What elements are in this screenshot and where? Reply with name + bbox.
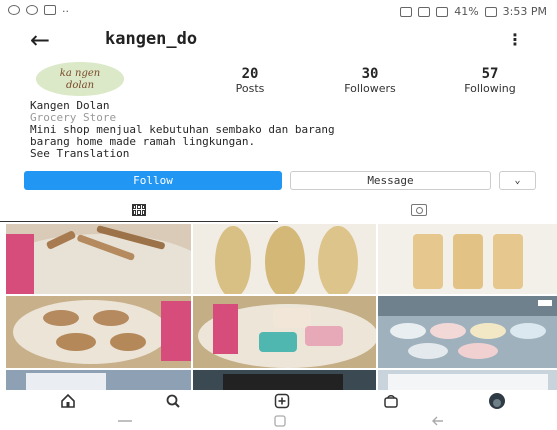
svg-text:dolan: dolan (66, 80, 94, 91)
following-label: Following (464, 82, 516, 95)
post-thumbnail[interactable] (193, 224, 376, 294)
back-arrow-icon[interactable]: ← (30, 28, 50, 52)
add-post-icon[interactable] (272, 392, 292, 410)
profile-stats: 20 Posts 30 Followers 57 Following (200, 66, 540, 95)
post-thumbnail[interactable] (193, 370, 376, 390)
post-image-soap-display (378, 296, 557, 368)
post-thumbnail[interactable] (6, 296, 191, 368)
grid-icon (132, 203, 146, 216)
followers-count: 30 (361, 66, 379, 82)
post-image-loofah (193, 224, 376, 294)
post-thumbnail[interactable] (378, 224, 557, 294)
post-image-white (378, 370, 557, 390)
home-icon[interactable] (58, 392, 78, 410)
followers-stat[interactable]: 30 Followers (320, 66, 420, 95)
post-image-bottles (378, 224, 557, 294)
system-indicators: 41% 3:53 PM (400, 5, 547, 18)
post-thumbnail[interactable] (193, 296, 376, 368)
battery-percent: 41% (454, 5, 479, 18)
post-thumbnail[interactable] (378, 296, 557, 368)
profile-avatar[interactable]: ka ngen dolan (36, 62, 124, 96)
posts-count: 20 (241, 66, 259, 82)
circle-notification-icon (26, 5, 38, 15)
post-image-bag (6, 370, 191, 390)
avatar-logo: ka ngen dolan (36, 62, 124, 96)
post-image-toothbrushes (6, 224, 191, 294)
whatsapp-icon (8, 5, 20, 15)
profile-tabs (0, 198, 557, 222)
profile-username: kangen_do (105, 29, 198, 49)
status-bar: ·· 41% 3:53 PM (0, 0, 557, 24)
post-image-dark (193, 370, 376, 390)
battery-icon (484, 6, 497, 17)
post-thumbnail[interactable] (6, 224, 191, 294)
svg-text:ka ngen: ka ngen (60, 68, 100, 79)
home-button-icon[interactable] (272, 414, 288, 428)
recents-icon[interactable] (115, 414, 135, 428)
posts-label: Posts (235, 82, 265, 95)
profile-avatar[interactable] (487, 392, 507, 410)
message-button[interactable]: Message (290, 171, 491, 190)
posts-stat[interactable]: 20 Posts (200, 66, 300, 95)
more-notifications-icon: ·· (62, 5, 69, 18)
followers-label: Followers (344, 82, 396, 95)
profile-bio: Kangen Dolan Grocery Store Mini shop men… (30, 100, 540, 160)
top-navigation: ← kangen_do ⋮ (0, 26, 557, 56)
post-image-wooden-dishes (6, 296, 191, 368)
tab-tagged[interactable] (280, 198, 557, 222)
more-vertical-icon[interactable]: ⋮ (507, 30, 523, 49)
wifi-icon (418, 6, 431, 17)
system-navigation (0, 412, 557, 430)
tagged-person-icon (411, 204, 427, 216)
chevron-down-icon[interactable]: ⌄ (499, 171, 536, 190)
notification-icons: ·· (8, 5, 69, 18)
mail-icon (44, 5, 56, 15)
follow-button[interactable]: Follow (24, 171, 282, 190)
bottom-navigation (0, 390, 557, 412)
post-thumbnail[interactable] (6, 370, 191, 390)
vibrate-icon (400, 6, 413, 17)
tab-grid[interactable] (0, 198, 278, 222)
see-translation-link[interactable]: See Translation (30, 148, 540, 160)
post-thumbnail[interactable] (378, 370, 557, 390)
search-icon[interactable] (163, 392, 183, 410)
profile-actions: Follow Message ⌄ (24, 171, 544, 190)
signal-icon (436, 6, 449, 17)
following-count: 57 (481, 66, 499, 82)
clock: 3:53 PM (502, 5, 547, 18)
following-stat[interactable]: 57 Following (440, 66, 540, 95)
back-icon[interactable] (430, 414, 446, 428)
shop-icon[interactable] (381, 392, 401, 410)
post-grid (0, 224, 557, 390)
post-image-soap-basket (193, 296, 376, 368)
